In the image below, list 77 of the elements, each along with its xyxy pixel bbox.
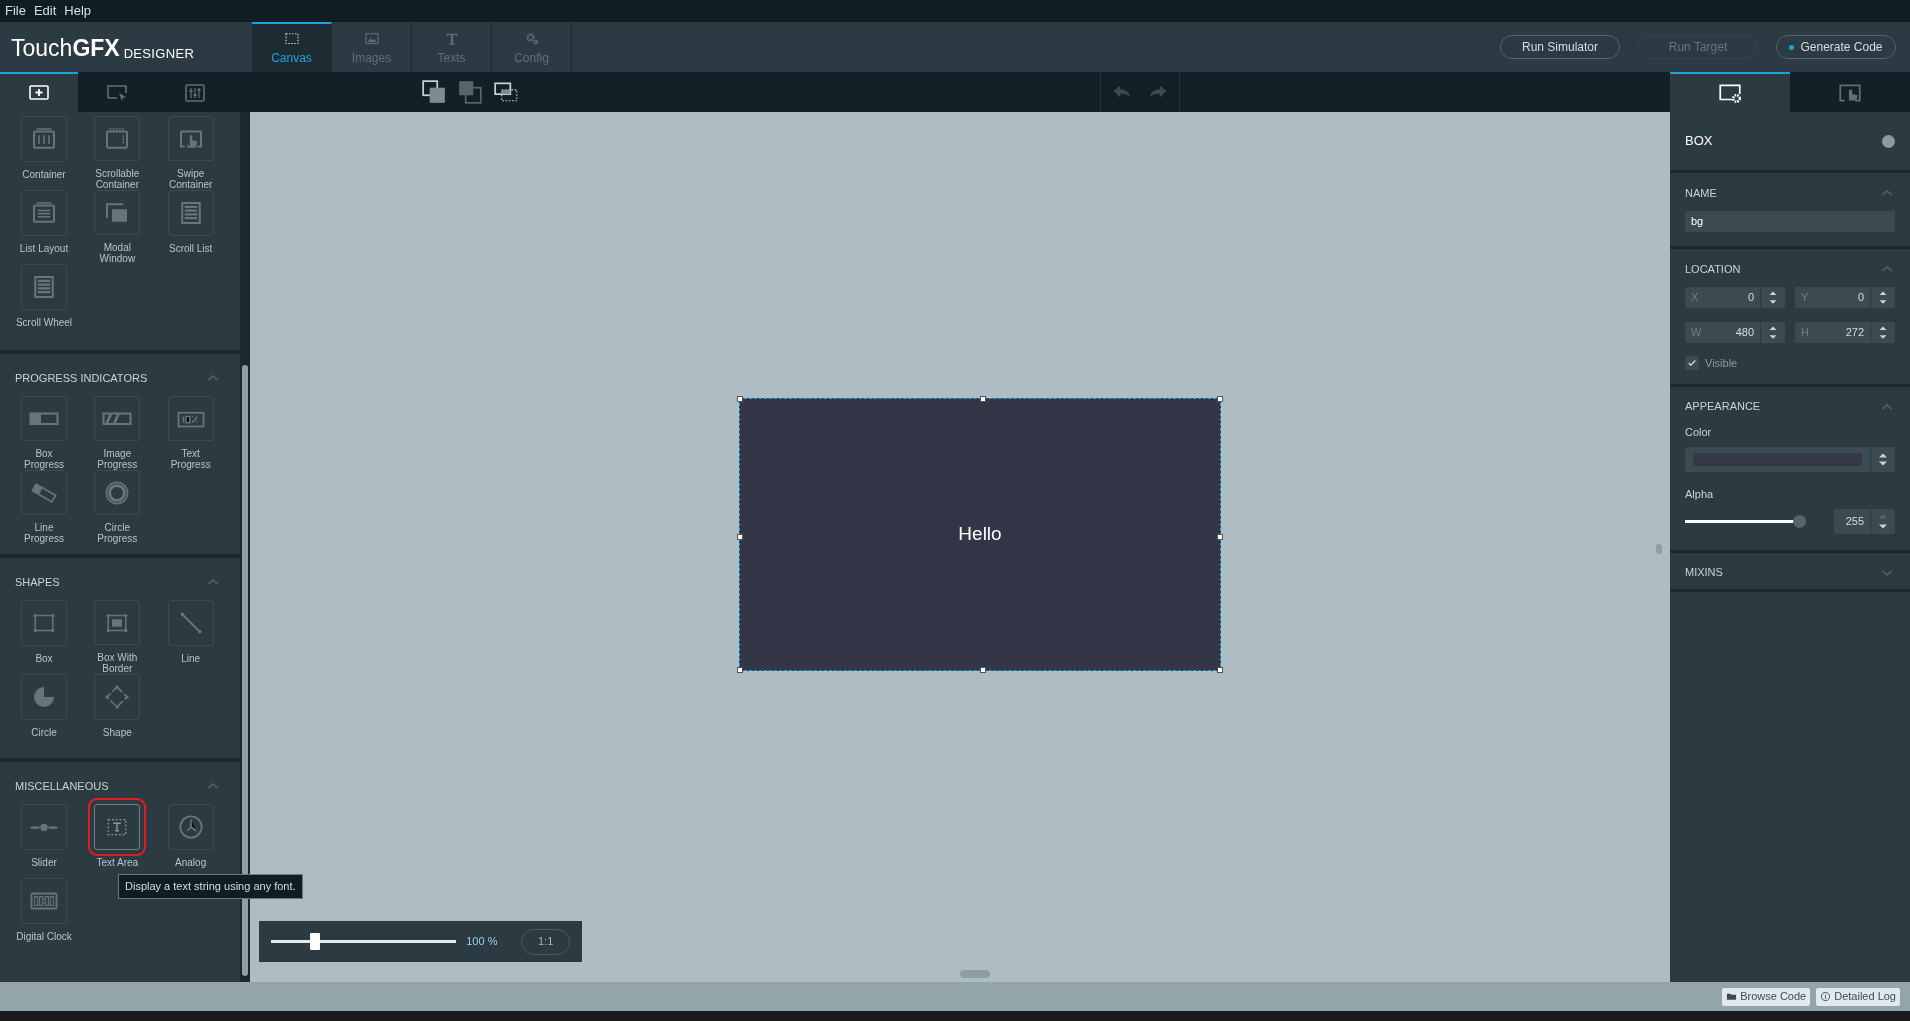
widget-button[interactable]: Image Progress — [88, 396, 147, 470]
panel-tab[interactable] — [0, 72, 78, 112]
widget-button[interactable]: Box Progress — [15, 396, 73, 470]
widget-button[interactable]: Circle — [15, 674, 73, 748]
bring-front-icon — [421, 79, 447, 105]
widget-button[interactable]: Slider — [15, 804, 73, 878]
spinner-button[interactable] — [1871, 447, 1895, 472]
widget-button[interactable]: Digital Clock — [15, 878, 73, 952]
tooltip: Display a text string using any font. — [118, 874, 303, 899]
widget-button[interactable]: Circle Progress — [88, 470, 147, 544]
widget-button[interactable]: Box — [15, 600, 73, 674]
resize-handle[interactable] — [1217, 666, 1223, 673]
widget-button[interactable]: Box With Border — [88, 600, 147, 674]
resize-grip[interactable] — [1656, 544, 1662, 554]
logo-subtitle: DESIGNER — [123, 47, 195, 60]
widget-button[interactable]: Scroll Wheel — [15, 264, 73, 338]
visible-checkbox[interactable]: Visible — [1685, 355, 1895, 372]
app-logo: TouchGFX — [11, 37, 120, 60]
striped-bar-icon — [102, 411, 133, 426]
menu-item[interactable]: File — [4, 1, 27, 21]
resize-handle[interactable] — [980, 395, 986, 402]
canvas-box[interactable]: Hello — [739, 397, 1221, 671]
widget-button[interactable]: Scrollable Container — [88, 116, 147, 190]
info-icon — [1820, 991, 1832, 1002]
canvas-text: Hello — [958, 521, 1002, 546]
footer-button[interactable]: Detailed Log — [1816, 987, 1900, 1006]
widget-button[interactable]: Line — [161, 600, 220, 674]
widget-button[interactable]: Container — [15, 116, 73, 190]
resize-handle[interactable] — [737, 534, 743, 540]
panel-tab[interactable] — [1670, 72, 1790, 112]
slider-icon — [29, 822, 59, 832]
bring-front-button[interactable] — [421, 79, 447, 105]
spinner-button[interactable] — [1871, 322, 1895, 343]
slider-thumb[interactable] — [310, 933, 321, 950]
name-field[interactable]: bg — [1685, 211, 1895, 232]
widget-button[interactable]: Shape — [88, 674, 147, 748]
resize-handle[interactable] — [1217, 395, 1223, 402]
folder-icon — [1726, 991, 1738, 1002]
progress-bar-icon — [29, 411, 59, 426]
section-title: LOCATION — [1685, 261, 1741, 277]
footer-button[interactable]: Browse Code — [1722, 987, 1811, 1006]
resize-handle[interactable] — [737, 666, 743, 673]
zoom-reading: 100 % — [466, 934, 499, 950]
widget-button[interactable]: List Layout — [15, 190, 73, 264]
widget-button[interactable]: Scroll List — [161, 190, 220, 264]
widget-button[interactable]: Modal Window — [88, 190, 147, 264]
resize-handle[interactable] — [737, 395, 743, 402]
resize-grip[interactable] — [960, 970, 990, 978]
widget-button[interactable]: Text Progress — [161, 396, 220, 470]
send-back-icon — [457, 79, 483, 105]
slider-thumb[interactable] — [1793, 514, 1806, 528]
section-title: APPEARANCE — [1685, 399, 1761, 415]
field-label: Color — [1685, 424, 1713, 440]
panel-title: BOX — [1685, 132, 1713, 151]
widget-button[interactable]: Line Progress — [15, 470, 73, 544]
menu-item[interactable]: Edit — [32, 1, 58, 21]
send-back-button[interactable] — [457, 79, 483, 105]
menu-item[interactable]: Help — [63, 1, 93, 21]
section-title: SHAPES — [15, 574, 60, 590]
section-title: MIXINS — [1685, 565, 1723, 581]
sliders-icon — [183, 81, 207, 105]
section-title: MISCELLANEOUS — [15, 778, 109, 794]
widget-button[interactable]: Swipe Container — [161, 116, 220, 190]
number-field[interactable]: 255 — [1834, 508, 1870, 534]
help-button[interactable] — [1882, 134, 1895, 148]
section-title: PROGRESS INDICATORS — [15, 370, 148, 386]
resize-handle[interactable] — [980, 666, 986, 673]
checkmark-icon — [1687, 358, 1697, 369]
section-title: NAME — [1685, 185, 1717, 201]
field-label: Alpha — [1685, 487, 1715, 502]
main-tab[interactable]: Canvas — [252, 22, 332, 72]
resize-handle[interactable] — [1217, 534, 1223, 540]
spinner-button[interactable] — [1871, 287, 1895, 308]
spinner-button[interactable] — [1871, 508, 1895, 534]
zoom-slider[interactable] — [271, 933, 457, 950]
spinner-button[interactable] — [1761, 287, 1785, 308]
spinner-button[interactable] — [1761, 322, 1785, 343]
